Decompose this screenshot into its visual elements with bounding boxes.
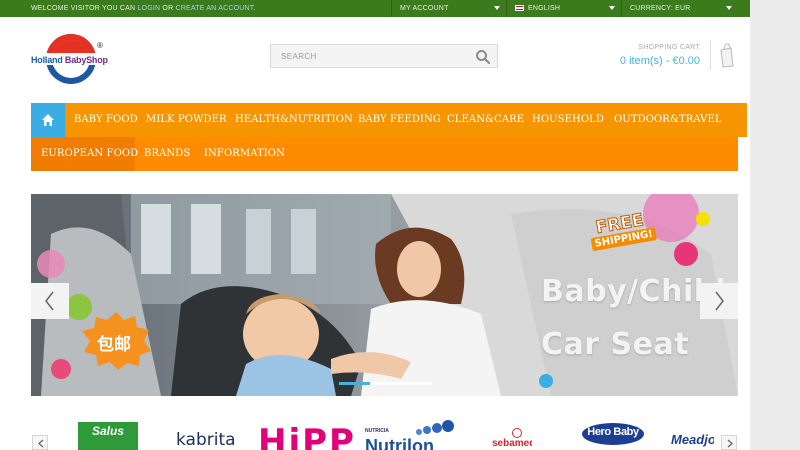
slider-dot-3[interactable]: [401, 382, 432, 385]
brand-logo-nutrilon[interactable]: NUTRICIA Nutrilon: [365, 420, 457, 450]
nav-item-outdoor-travel[interactable]: OUTDOOR&TRAVEL: [608, 103, 728, 137]
chevron-right-icon: [715, 291, 724, 311]
home-icon: [42, 114, 54, 126]
my-account-label: MY ACCOUNT: [400, 5, 449, 12]
brand-logo-mead-johnson[interactable]: Meadjohnson: [671, 420, 714, 450]
welcome-message: WELCOME VISITOR YOU CAN LOGIN OR CREATE …: [31, 5, 256, 12]
shopping-bag-icon[interactable]: [710, 40, 738, 70]
nav-item-brands[interactable]: BRANDS: [138, 137, 196, 171]
welcome-text: WELCOME VISITOR YOU CAN: [31, 5, 136, 12]
cart-summary[interactable]: 0 item(s) - €0.00: [620, 55, 700, 67]
search-icon[interactable]: [475, 49, 491, 65]
sebamed-emblem-graphic: [512, 428, 522, 438]
shopping-cart-label: SHOPPING CART: [638, 44, 700, 51]
brand-logo-kabrita[interactable]: kabrita: [176, 420, 240, 450]
brand-logo-salus[interactable]: Salus: [78, 420, 138, 450]
slide-headline-line1: Baby/Child: [541, 274, 727, 309]
nav-item-baby-food[interactable]: BABY FOOD: [68, 103, 144, 137]
logo-wordmark: Holland BabyShop: [31, 55, 108, 65]
page-margin: [750, 0, 800, 450]
chevron-down-icon: [494, 6, 500, 10]
brand-logo-sebamed[interactable]: sebamed: [490, 420, 532, 450]
nutricia-logo-text: NUTRICIA: [365, 428, 389, 434]
brand-logo-hipp[interactable]: HiPP: [258, 420, 362, 450]
currency-label: CURRENCY: EUR: [630, 5, 691, 12]
create-account-link[interactable]: CREATE AN ACCOUNT: [175, 5, 253, 12]
search-box: [270, 44, 498, 68]
logo-word-holland: Holland: [31, 55, 63, 65]
slider-dot-1[interactable]: [339, 382, 370, 385]
my-account-dropdown[interactable]: MY ACCOUNT: [391, 0, 506, 17]
nav-home-button[interactable]: [31, 103, 65, 137]
nav-item-information[interactable]: INFORMATION: [198, 137, 291, 171]
language-label: ENGLISH: [528, 5, 561, 12]
free-postage-badge-text: 包邮: [97, 335, 131, 355]
chevron-left-icon: [45, 291, 54, 311]
flag-icon: [515, 5, 524, 11]
main-navigation: BABY FOOD MILK POWDER HEALTH&NUTRITION B…: [31, 103, 747, 171]
language-dropdown[interactable]: ENGLISH: [506, 0, 621, 17]
free-postage-badge: 包邮: [79, 310, 153, 370]
kabrita-logo-text: kabrita: [176, 430, 236, 450]
brands-prev-button[interactable]: [32, 435, 48, 450]
period-text: .: [253, 5, 256, 12]
nutrilon-logo-text: Nutrilon: [365, 436, 434, 450]
sebamed-logo-text: sebamed: [492, 438, 532, 449]
page: WELCOME VISITOR YOU CAN LOGIN OR CREATE …: [0, 0, 750, 450]
chevron-left-icon: [38, 439, 44, 448]
currency-dropdown[interactable]: CURRENCY: EUR: [621, 0, 738, 17]
chevron-down-icon: [609, 6, 615, 10]
nav-item-european-food[interactable]: EUROPEAN FOOD: [31, 137, 138, 171]
search-input[interactable]: [271, 45, 471, 67]
nav-item-health-nutrition[interactable]: HEALTH&NUTRITION: [229, 103, 359, 137]
nav-item-household[interactable]: HOUSEHOLD: [526, 103, 610, 137]
slide-headline-line2: Car Seat: [541, 327, 690, 362]
nav-item-clean-care[interactable]: CLEAN&CARE: [441, 103, 530, 137]
login-link[interactable]: LOGIN: [137, 5, 160, 12]
hipp-logo-text: HiPP: [258, 422, 356, 450]
nav-item-baby-feeding[interactable]: BABY FEEDING: [352, 103, 447, 137]
registered-mark: ®: [97, 41, 103, 50]
slider-prev-button[interactable]: [31, 283, 69, 319]
or-text: OR: [162, 5, 174, 12]
chevron-right-icon: [727, 439, 733, 448]
slider-dot-2[interactable]: [370, 382, 401, 385]
logo-word-babyshop: BabyShop: [64, 55, 108, 65]
brands-next-button[interactable]: [721, 435, 737, 450]
nav-item-milk-powder[interactable]: MILK POWDER: [140, 103, 233, 137]
salus-logo-text: Salus: [92, 424, 125, 438]
mead-johnson-logo-text: Meadjohnson: [671, 432, 714, 447]
slider-next-button[interactable]: [700, 283, 738, 319]
top-bar: WELCOME VISITOR YOU CAN LOGIN OR CREATE …: [0, 0, 750, 17]
brand-logo-hero-baby[interactable]: Hero Baby: [582, 420, 644, 450]
site-logo[interactable]: Holland BabyShop ®: [31, 33, 113, 85]
chevron-down-icon: [726, 6, 732, 10]
nutrilon-bubbles-graphic: [416, 420, 454, 435]
hero-logo-text: Hero Baby: [587, 426, 639, 438]
